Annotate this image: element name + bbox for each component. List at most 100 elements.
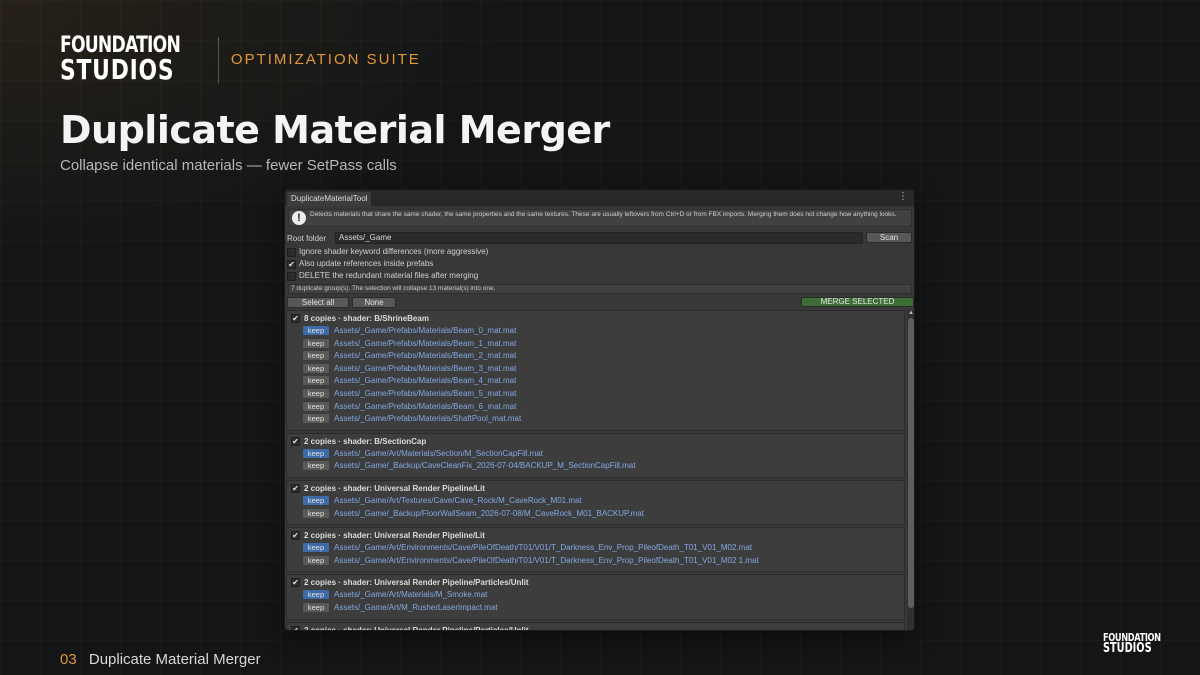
tab-duplicate-material-tool[interactable]: DuplicateMaterialTool: [287, 192, 372, 206]
keep-button[interactable]: keep: [303, 389, 329, 398]
delete-redundant-label: DELETE the redundant material files afte…: [299, 271, 479, 280]
update-prefabs-checkbox[interactable]: ✔: [287, 260, 296, 269]
footer: 03 Duplicate Material Merger: [60, 651, 261, 668]
keep-button[interactable]: keep: [303, 414, 329, 424]
page-subtitle: Collapse identical materials — fewer Set…: [60, 157, 397, 174]
group-checkbox[interactable]: ✔: [291, 436, 300, 446]
material-row: keep Assets/_Game/Prefabs/Materials/Beam_…: [303, 338, 903, 349]
material-path-link[interactable]: Assets/_Game/Prefabs/Materials/Beam_0_ma…: [334, 326, 516, 336]
merge-selected-button[interactable]: MERGE SELECTED: [801, 297, 914, 307]
suite-label: OPTIMIZATION SUITE: [230, 51, 421, 69]
keep-button[interactable]: keep: [303, 496, 329, 505]
scan-button[interactable]: Scan: [866, 232, 912, 243]
material-path-link[interactable]: Assets/_Game/Prefabs/Materials/Beam_5_ma…: [334, 389, 516, 399]
scroll-up-arrow-icon[interactable]: ▲: [908, 310, 914, 316]
help-text: Detects materials that share the same sh…: [310, 211, 897, 218]
window-tab-bar: DuplicateMaterialTool ⋮: [285, 190, 914, 206]
material-path-link[interactable]: Assets/_Game/Prefabs/Materials/Beam_2_ma…: [334, 351, 516, 361]
keep-button[interactable]: keep: [303, 508, 329, 518]
ignore-keywords-checkbox[interactable]: [287, 248, 296, 257]
group-checkbox[interactable]: ✔: [291, 531, 300, 541]
material-path-link[interactable]: Assets/_Game/Prefabs/Materials/Beam_6_ma…: [334, 402, 516, 412]
material-row: keep Assets/_Game/Art/Environments/Cave/P…: [303, 542, 903, 553]
keep-button[interactable]: keep: [303, 602, 329, 612]
duplicate-group: ✔ 2 copies · shader: Universal Render Pip…: [286, 527, 905, 573]
select-none-button[interactable]: None: [352, 297, 396, 308]
page-title: Duplicate Material Merger: [60, 108, 610, 152]
keep-button[interactable]: keep: [303, 338, 329, 348]
duplicate-group: ✔ 8 copies · shader: B/ShrineBeam keep Asse…: [286, 310, 905, 431]
footer-logo: FOUNDATION STUDIOS: [1103, 632, 1161, 656]
duplicate-group: ✔ 2 copies · shader: B/SectionCap keep Asse…: [286, 432, 905, 478]
kebab-menu-icon[interactable]: ⋮: [898, 191, 908, 202]
material-row: keep Assets/_Game/Art/Materials/M_Smoke.m…: [303, 589, 903, 600]
group-checkbox[interactable]: ✔: [291, 314, 300, 323]
keep-button[interactable]: keep: [303, 351, 329, 361]
material-row: keep Assets/_Game/Prefabs/Materials/Beam_…: [303, 325, 903, 336]
keep-button[interactable]: keep: [303, 376, 329, 386]
material-row: keep Assets/_Game/_Backup/FloorWallSeam_2…: [303, 508, 903, 519]
material-row: keep Assets/_Game/Art/Materials/Section/M…: [303, 448, 903, 459]
logo-line2: STUDIOS: [60, 52, 175, 86]
brand-header: FOUNDATION STUDIOS OPTIMIZATION SUITE: [60, 35, 421, 86]
keep-button[interactable]: keep: [303, 363, 329, 373]
keep-button[interactable]: keep: [303, 448, 329, 458]
group-header: 2 copies · shader: Universal Render Pipe…: [304, 531, 485, 541]
material-path-link[interactable]: Assets/_Game/Prefabs/Materials/ShaftPool…: [334, 414, 521, 424]
material-row: keep Assets/_Game/Art/Environments/Cave/P…: [303, 555, 903, 566]
group-header: 2 copies · shader: Universal Render Pipe…: [304, 625, 529, 631]
keep-button[interactable]: keep: [303, 555, 329, 565]
root-folder-input[interactable]: Assets/_Game: [335, 232, 863, 244]
material-path-link[interactable]: Assets/_Game/_Backup/FloorWallSeam_2026-…: [334, 509, 644, 519]
material-path-link[interactable]: Assets/_Game/Prefabs/Materials/Beam_1_ma…: [334, 339, 516, 349]
material-path-link[interactable]: Assets/_Game/_Backup/CaveCleanFix_2026-0…: [334, 461, 635, 471]
help-box: ! Detects materials that share the same …: [288, 209, 912, 227]
scrollbar-thumb[interactable]: [908, 318, 914, 608]
group-header: 2 copies · shader: Universal Render Pipe…: [304, 484, 485, 493]
group-checkbox[interactable]: ✔: [291, 625, 300, 630]
material-path-link[interactable]: Assets/_Game/Prefabs/Materials/Beam_4_ma…: [334, 376, 516, 386]
group-header: 8 copies · shader: B/ShrineBeam: [304, 314, 429, 323]
material-path-link[interactable]: Assets/_Game/Art/Textures/Cave/Cave_Rock…: [334, 496, 582, 506]
material-row: keep Assets/_Game/Prefabs/Materials/Beam_…: [303, 401, 903, 412]
root-folder-label: Root folder: [287, 234, 327, 243]
status-text: 7 duplicate group(s). The selection will…: [288, 284, 912, 294]
group-header: 2 copies · shader: Universal Render Pipe…: [304, 578, 529, 588]
group-checkbox[interactable]: ✔: [291, 578, 300, 588]
keep-button[interactable]: keep: [303, 326, 329, 335]
footer-slide-number: 03: [60, 651, 77, 668]
keep-button[interactable]: keep: [303, 590, 329, 600]
material-row: keep Assets/_Game/Prefabs/Materials/Beam_…: [303, 350, 903, 361]
material-row: keep Assets/_Game/Prefabs/Materials/Shaft…: [303, 413, 903, 424]
material-path-link[interactable]: Assets/_Game/Prefabs/Materials/Beam_3_ma…: [334, 364, 516, 374]
vertical-scrollbar[interactable]: ▲: [907, 310, 914, 630]
delete-redundant-checkbox[interactable]: [287, 272, 296, 281]
select-all-button[interactable]: Select all: [287, 297, 349, 308]
material-row: keep Assets/_Game/Art/M_RusherLaserImpact…: [303, 602, 903, 613]
footer-label: Duplicate Material Merger: [88, 651, 261, 668]
material-row: keep Assets/_Game/Prefabs/Materials/Beam_…: [303, 363, 903, 374]
material-path-link[interactable]: Assets/_Game/Art/M_RusherLaserImpact.mat: [334, 603, 498, 613]
duplicate-group: ✔ 2 copies · shader: Universal Render Pip…: [286, 574, 905, 620]
update-prefabs-label: Also update references inside prefabs: [299, 259, 434, 268]
keep-button[interactable]: keep: [303, 401, 329, 411]
duplicate-group: ✔ 2 copies · shader: Universal Render Pip…: [286, 480, 905, 526]
material-row: keep Assets/_Game/_Backup/CaveCleanFix_20…: [303, 460, 903, 471]
group-checkbox[interactable]: ✔: [291, 484, 300, 493]
brand-divider: [217, 36, 219, 83]
duplicate-material-tool-window: DuplicateMaterialTool ⋮ ! Detects materi…: [284, 189, 915, 631]
foundation-studios-logo: FOUNDATION STUDIOS: [60, 35, 181, 86]
material-path-link[interactable]: Assets/_Game/Art/Materials/Section/M_Sec…: [334, 449, 543, 459]
material-row: keep Assets/_Game/Prefabs/Materials/Beam_…: [303, 388, 903, 399]
material-path-link[interactable]: Assets/_Game/Art/Environments/Cave/PileO…: [334, 543, 752, 553]
duplicate-group-list: ✔ 8 copies · shader: B/ShrineBeam keep Asse…: [286, 310, 905, 631]
ignore-keywords-label: Ignore shader keyword differences (more …: [299, 247, 489, 256]
material-row: keep Assets/_Game/Prefabs/Materials/Beam_…: [303, 375, 903, 386]
info-icon: !: [292, 211, 306, 225]
material-row: keep Assets/_Game/Art/Textures/Cave/Cave_…: [303, 495, 903, 506]
material-path-link[interactable]: Assets/_Game/Art/Environments/Cave/PileO…: [334, 556, 759, 566]
duplicate-group: ✔ 2 copies · shader: Universal Render Pip…: [286, 621, 905, 631]
keep-button[interactable]: keep: [303, 461, 329, 471]
material-path-link[interactable]: Assets/_Game/Art/Materials/M_Smoke.mat: [334, 590, 487, 600]
keep-button[interactable]: keep: [303, 543, 329, 553]
